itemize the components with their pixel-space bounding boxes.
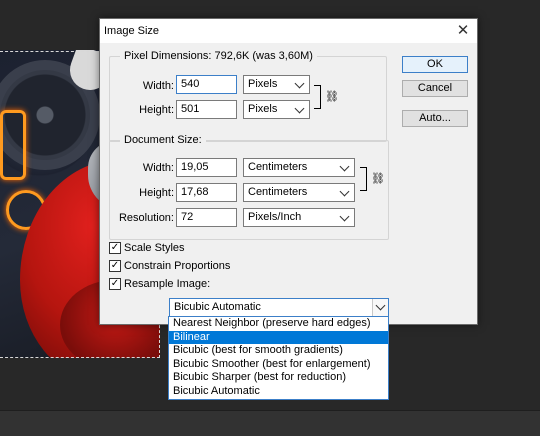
list-item-bicubic-smoother[interactable]: Bicubic Smoother (best for enlargement) xyxy=(169,358,388,372)
pixel-link-bracket xyxy=(314,85,321,109)
ok-button[interactable]: OK xyxy=(402,56,468,73)
doc-height-unit-value: Centimeters xyxy=(248,186,308,198)
doc-height-unit-select[interactable]: Centimeters xyxy=(243,183,355,202)
doc-width-input[interactable]: 19,05 xyxy=(176,158,237,177)
doc-link-bracket xyxy=(360,167,367,191)
resolution-label: Resolution: xyxy=(118,212,174,224)
list-item-nearest-neighbor[interactable]: Nearest Neighbor (preserve hard edges) xyxy=(169,317,388,331)
pixel-height-label: Height: xyxy=(139,104,174,116)
constrain-proportions-checkbox[interactable]: ✓ xyxy=(109,260,121,272)
pixel-width-unit-select[interactable]: Pixels xyxy=(243,75,310,94)
chevron-down-icon xyxy=(339,211,350,222)
resample-image-checkbox[interactable]: ✓ xyxy=(109,278,121,290)
chevron-down-icon xyxy=(339,186,350,197)
pixel-dimensions-legend: Pixel Dimensions: 792,6K (was 3,60M) xyxy=(120,50,317,62)
doc-height-input[interactable]: 17,68 xyxy=(176,183,237,202)
dialog-title: Image Size xyxy=(104,25,160,37)
pixel-height-input[interactable]: 501 xyxy=(176,100,237,119)
cancel-button[interactable]: Cancel xyxy=(402,80,468,97)
pixel-height-unit-select[interactable]: Pixels xyxy=(243,100,310,119)
scale-styles-checkbox[interactable]: ✓ xyxy=(109,242,121,254)
list-item-bicubic-sharper[interactable]: Bicubic Sharper (best for reduction) xyxy=(169,371,388,385)
resample-method-list[interactable]: Nearest Neighbor (preserve hard edges) B… xyxy=(168,316,389,400)
resample-image-label: Resample Image: xyxy=(124,278,211,290)
doc-height-label: Height: xyxy=(139,187,174,199)
resolution-unit-value: Pixels/Inch xyxy=(248,211,302,223)
chain-link-icon: ⛓ xyxy=(325,90,339,103)
dialog-titlebar[interactable]: Image Size ✕ xyxy=(100,19,477,43)
chevron-down-icon xyxy=(294,103,305,114)
resolution-unit-select[interactable]: Pixels/Inch xyxy=(243,208,355,227)
pixel-dimensions-group: Pixel Dimensions: 792,6K (was 3,60M) xyxy=(109,50,387,142)
list-item-bicubic[interactable]: Bicubic (best for smooth gradients) xyxy=(169,344,388,358)
constrain-proportions-label: Constrain Proportions xyxy=(124,260,231,272)
resample-method-value: Bicubic Automatic xyxy=(174,301,261,313)
doc-width-unit-select[interactable]: Centimeters xyxy=(243,158,355,177)
scale-styles-label: Scale Styles xyxy=(124,242,185,254)
chevron-down-icon xyxy=(294,78,305,89)
bottom-panel xyxy=(0,410,540,436)
chevron-down-icon xyxy=(339,161,350,172)
pixel-width-unit-value: Pixels xyxy=(248,78,278,90)
list-item-bicubic-automatic[interactable]: Bicubic Automatic xyxy=(169,385,388,399)
resolution-input[interactable]: 72 xyxy=(176,208,237,227)
chevron-down-icon xyxy=(375,300,386,311)
image-size-dialog: Image Size ✕ Pixel Dimensions: 792,6K (w… xyxy=(99,18,478,325)
pixel-width-label: Width: xyxy=(142,80,174,92)
auto-button[interactable]: Auto... xyxy=(402,110,468,127)
doc-width-unit-value: Centimeters xyxy=(248,161,308,173)
canvas-art-neon xyxy=(0,110,26,180)
doc-width-label: Width: xyxy=(142,162,174,174)
list-item-bilinear[interactable]: Bilinear xyxy=(169,330,388,345)
resample-method-select[interactable]: Bicubic Automatic xyxy=(169,298,389,317)
pixel-width-input[interactable]: 540 xyxy=(176,75,237,94)
document-size-legend: Document Size: xyxy=(120,134,206,146)
chain-link-icon: ⛓ xyxy=(371,172,385,185)
close-icon[interactable]: ✕ xyxy=(455,22,471,38)
dropdown-button[interactable] xyxy=(372,299,388,316)
pixel-height-unit-value: Pixels xyxy=(248,103,278,115)
